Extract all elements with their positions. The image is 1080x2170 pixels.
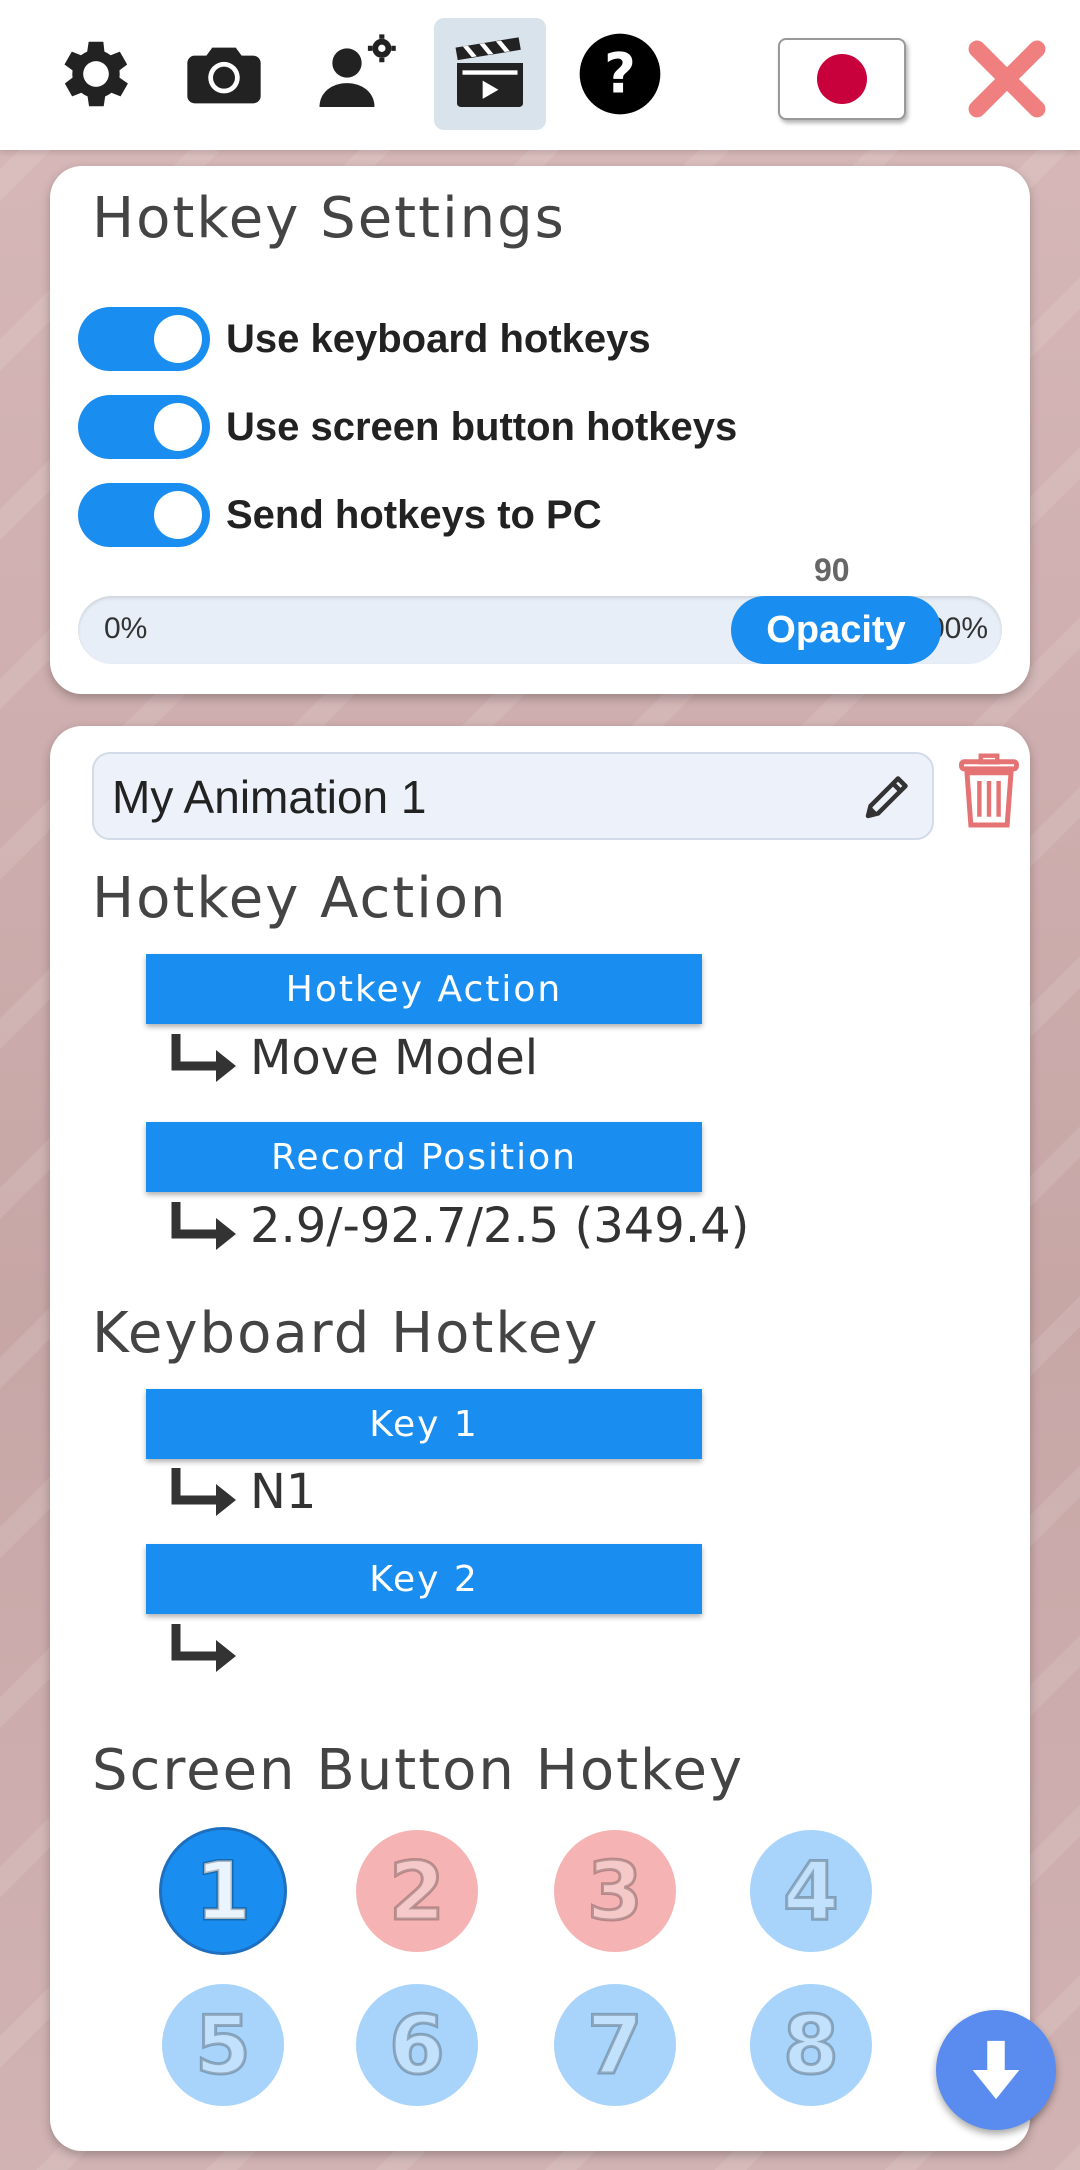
help-icon: ? <box>579 33 661 115</box>
opacity-slider-thumb[interactable]: Opacity <box>731 596 941 664</box>
screen-button-6[interactable]: 6 <box>356 1984 478 2106</box>
record-position-button[interactable]: Record Position <box>146 1122 702 1192</box>
record-position-value-row: 2.9/-92.7/2.5 (349.4) <box>168 1194 749 1258</box>
svg-text:?: ? <box>604 41 636 105</box>
user-settings-icon <box>319 34 396 107</box>
scroll-down-button[interactable] <box>936 2010 1056 2130</box>
trash-icon[interactable] <box>956 752 1022 832</box>
opacity-value: 90 <box>814 552 850 588</box>
arrow-turn-right-icon <box>171 1468 236 1516</box>
keyboard-hotkeys-label: Use keyboard hotkeys <box>226 316 651 361</box>
screen-button-hotkey-title: Screen Button Hotkey <box>92 1738 745 1803</box>
send-hotkeys-to-pc-toggle-row[interactable]: Send hotkeys to PC <box>78 482 602 548</box>
keyboard-hotkeys-toggle-row[interactable]: Use keyboard hotkeys <box>78 306 651 372</box>
screen-button-hotkeys-toggle-row[interactable]: Use screen button hotkeys <box>78 394 737 460</box>
key1-button[interactable]: Key 1 <box>146 1389 702 1459</box>
camera-icon <box>187 47 261 104</box>
record-position-value: 2.9/-92.7/2.5 (349.4) <box>250 1198 750 1254</box>
screen-button-hotkeys-toggle[interactable] <box>78 395 210 459</box>
send-hotkeys-to-pc-label: Send hotkeys to PC <box>226 492 602 537</box>
opacity-min-label: 0% <box>104 612 148 645</box>
hotkey-settings-panel: Hotkey Settings Use keyboard hotkeys Use… <box>50 166 1030 694</box>
arrow-turn-right-icon <box>171 1202 236 1250</box>
key2-value-row <box>168 1616 250 1680</box>
animation-button[interactable] <box>434 18 546 130</box>
arrow-turn-right-icon <box>171 1034 236 1082</box>
animation-name-text: My Animation 1 <box>112 771 427 823</box>
clapperboard-icon <box>455 37 523 107</box>
key1-value-row: N1 <box>168 1460 316 1524</box>
animation-hotkey-panel: My Animation 1 Hotkey Action Hotkey Acti… <box>50 726 1030 2151</box>
screen-button-4[interactable]: 4 <box>750 1830 872 1952</box>
hotkey-action-value: Move Model <box>250 1030 539 1086</box>
language-flag-button[interactable] <box>778 38 906 120</box>
key2-button[interactable]: Key 2 <box>146 1544 702 1614</box>
japan-flag-icon <box>817 54 867 104</box>
screen-button-7[interactable]: 7 <box>554 1984 676 2106</box>
key1-value: N1 <box>250 1464 317 1520</box>
model-settings-button[interactable] <box>302 18 414 130</box>
screen-button-3[interactable]: 3 <box>554 1830 676 1952</box>
keyboard-hotkey-title: Keyboard Hotkey <box>92 1301 600 1366</box>
help-button[interactable]: ? <box>564 18 676 130</box>
arrow-down-icon <box>972 2040 1020 2100</box>
hotkey-settings-title: Hotkey Settings <box>92 186 566 251</box>
gear-icon <box>64 41 128 107</box>
keyboard-hotkeys-toggle[interactable] <box>78 307 210 371</box>
screen-button-2[interactable]: 2 <box>356 1830 478 1952</box>
hotkey-action-button[interactable]: Hotkey Action <box>146 954 702 1024</box>
top-toolbar: ? <box>0 0 1080 150</box>
screen-button-8[interactable]: 8 <box>750 1984 872 2106</box>
hotkey-action-title: Hotkey Action <box>92 866 508 931</box>
hotkey-action-value-row: Move Model <box>168 1026 538 1090</box>
send-hotkeys-to-pc-toggle[interactable] <box>78 483 210 547</box>
opacity-slider[interactable]: 0% 100% Opacity <box>78 596 1002 664</box>
screen-button-hotkeys-label: Use screen button hotkeys <box>226 404 738 449</box>
animation-name-field[interactable]: My Animation 1 <box>92 752 934 840</box>
screen-button-5[interactable]: 5 <box>162 1984 284 2106</box>
close-icon[interactable] <box>962 34 1052 124</box>
arrow-turn-right-icon <box>171 1624 236 1672</box>
screen-button-1[interactable]: 1 <box>162 1830 284 1952</box>
camera-button[interactable] <box>168 18 280 130</box>
pencil-icon[interactable] <box>858 766 918 826</box>
settings-button[interactable] <box>40 18 152 130</box>
